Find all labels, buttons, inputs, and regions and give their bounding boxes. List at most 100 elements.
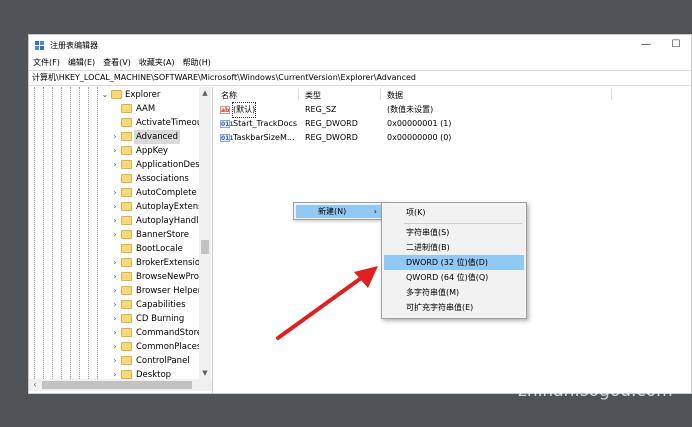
tree-item-label: AAM bbox=[136, 104, 156, 114]
tree-item-label: Advanced bbox=[134, 130, 180, 144]
tree-item-label: Capabilities bbox=[136, 300, 186, 310]
tree-item[interactable]: AAM bbox=[29, 102, 201, 116]
maximize-button[interactable]: ☐ bbox=[661, 35, 691, 55]
tree-item[interactable]: › ControlPanel bbox=[29, 354, 201, 368]
tree-item-label: BootLocale bbox=[136, 244, 183, 254]
binary-value-icon: 011 bbox=[220, 120, 234, 128]
folder-icon bbox=[121, 216, 132, 225]
column-name[interactable]: 名称 bbox=[221, 90, 237, 101]
chevron-right-icon[interactable]: › bbox=[111, 298, 119, 312]
value-row[interactable]: 011 Start_TrackDocs REG_DWORD 0x00000001… bbox=[217, 117, 637, 131]
tree-item[interactable]: › CommandStore bbox=[29, 326, 202, 340]
tree-item[interactable]: › ApplicationDest bbox=[29, 158, 204, 172]
chevron-right-icon[interactable]: › bbox=[111, 340, 119, 354]
tree-item[interactable]: BootLocale bbox=[29, 242, 201, 256]
tree-item-label: BrowseNewProc bbox=[136, 272, 204, 282]
folder-icon bbox=[121, 202, 132, 211]
tree-item-label: ActivateTimeout bbox=[136, 118, 206, 128]
menu-edit[interactable]: 编辑(E) bbox=[68, 57, 95, 68]
tree-item[interactable]: › BannerStore bbox=[29, 228, 201, 242]
chevron-right-icon[interactable]: › bbox=[111, 144, 119, 158]
value-row[interactable]: 011 TaskbarSizeM... REG_DWORD 0x00000000… bbox=[217, 131, 637, 145]
tree-item[interactable]: › AutoplayExtensi bbox=[29, 200, 205, 214]
folder-icon bbox=[121, 174, 132, 183]
tree-item-label: ApplicationDest bbox=[136, 160, 204, 170]
tree-item[interactable]: › BrowseNewProc bbox=[29, 270, 204, 284]
sogou-logo-icon bbox=[525, 344, 551, 370]
folder-icon bbox=[121, 188, 132, 197]
tree-item-advanced[interactable]: › Advanced bbox=[29, 130, 201, 144]
chevron-right-icon[interactable]: › bbox=[111, 354, 119, 368]
tree-item-label: Explorer bbox=[125, 90, 161, 100]
tree-item-explorer[interactable]: ⌄ Explorer bbox=[29, 88, 201, 102]
submenu-item-qword-value[interactable]: QWORD (64 位)值(Q) bbox=[384, 270, 524, 285]
chevron-right-icon[interactable]: › bbox=[111, 158, 119, 172]
tree-vertical-scrollbar[interactable]: ▲ ▼ bbox=[199, 87, 211, 379]
scroll-thumb[interactable] bbox=[201, 240, 209, 254]
tree-item[interactable]: › AppKey bbox=[29, 144, 201, 158]
chevron-right-icon[interactable]: › bbox=[111, 312, 119, 326]
menu-view[interactable]: 查看(V) bbox=[103, 57, 131, 68]
column-type[interactable]: 类型 bbox=[305, 90, 321, 101]
chevron-right-icon[interactable]: › bbox=[111, 200, 119, 214]
menu-bar: 文件(F) 编辑(E) 查看(V) 收藏夹(A) 帮助(H) bbox=[29, 55, 691, 70]
chevron-right-icon[interactable]: › bbox=[111, 186, 119, 200]
chevron-right-icon[interactable]: › bbox=[111, 270, 119, 284]
chevron-right-icon[interactable]: › bbox=[111, 228, 119, 242]
submenu-item-expandable-string-value[interactable]: 可扩充字符串值(E) bbox=[384, 300, 524, 315]
menu-file[interactable]: 文件(F) bbox=[33, 57, 60, 68]
address-bar[interactable]: 计算机\HKEY_LOCAL_MACHINE\SOFTWARE\Microsof… bbox=[29, 70, 691, 86]
binary-value-icon: 011 bbox=[220, 134, 234, 142]
scroll-thumb[interactable] bbox=[42, 381, 192, 389]
context-menu-new[interactable]: 新建(N) › bbox=[296, 205, 382, 218]
tree-item-label: Associations bbox=[136, 174, 189, 184]
menu-favorites[interactable]: 收藏夹(A) bbox=[139, 57, 175, 68]
tree-item[interactable]: › CD Burning bbox=[29, 312, 201, 326]
submenu-item-multi-string-value[interactable]: 多字符串值(M) bbox=[384, 285, 524, 300]
column-data[interactable]: 数据 bbox=[387, 90, 403, 101]
chevron-down-icon[interactable]: ⌄ bbox=[101, 88, 109, 102]
chevron-right-icon: › bbox=[373, 207, 377, 216]
chevron-right-icon[interactable]: › bbox=[111, 326, 119, 340]
minimize-button[interactable]: — bbox=[631, 35, 661, 55]
chevron-right-icon[interactable]: › bbox=[111, 256, 119, 270]
folder-icon bbox=[121, 118, 132, 127]
folder-icon bbox=[121, 300, 132, 309]
tree-item[interactable]: › Capabilities bbox=[29, 298, 201, 312]
tree-item-label: BannerStore bbox=[136, 230, 190, 240]
value-type: REG_DWORD bbox=[305, 119, 358, 128]
menu-item-label: 新建(N) bbox=[318, 207, 347, 216]
tree-item-label: BrokerExtension bbox=[136, 258, 206, 268]
tree-item-label: CommonPlaces bbox=[136, 342, 202, 352]
tree-item[interactable]: ActivateTimeout bbox=[29, 116, 206, 130]
tree-item[interactable]: › CommonPlaces bbox=[29, 340, 201, 354]
submenu-item-binary-value[interactable]: 二进制值(B) bbox=[384, 240, 524, 255]
chevron-right-icon[interactable]: › bbox=[111, 130, 119, 144]
value-type: REG_DWORD bbox=[305, 133, 358, 142]
folder-icon bbox=[121, 146, 132, 155]
submenu-item-string-value[interactable]: 字符串值(S) bbox=[384, 225, 524, 240]
tree-item-label: ControlPanel bbox=[136, 356, 190, 366]
tree-horizontal-scrollbar[interactable]: ‹ bbox=[29, 379, 212, 391]
scroll-left-icon[interactable]: ‹ bbox=[29, 379, 41, 391]
scroll-up-icon[interactable]: ▲ bbox=[199, 87, 211, 99]
menu-help[interactable]: 帮助(H) bbox=[183, 57, 211, 68]
scroll-down-icon[interactable]: ▼ bbox=[199, 367, 211, 379]
chevron-right-icon[interactable]: › bbox=[111, 214, 119, 228]
folder-icon bbox=[121, 370, 132, 379]
value-row[interactable]: ab (默认) REG_SZ (数值未设置) bbox=[217, 102, 637, 118]
folder-icon bbox=[111, 90, 122, 99]
tree-item[interactable]: › Browser Helper bbox=[29, 284, 201, 298]
watermark-cn: 搜狗指南 bbox=[552, 350, 628, 371]
folder-icon bbox=[121, 328, 132, 337]
tree-item[interactable]: › BrokerExtension bbox=[29, 256, 205, 270]
tree-item[interactable]: Associations bbox=[29, 172, 201, 186]
tree-item[interactable]: › AutoplayHandle bbox=[29, 214, 204, 228]
folder-icon bbox=[121, 132, 132, 141]
tree-item[interactable]: › AutoComplete bbox=[29, 186, 201, 200]
submenu-item-key[interactable]: 项(K) bbox=[384, 205, 524, 220]
submenu-item-dword-value[interactable]: DWORD (32 位)值(D) bbox=[384, 255, 524, 270]
chevron-right-icon[interactable]: › bbox=[111, 284, 119, 298]
value-data: 0x00000000 (0) bbox=[387, 133, 452, 142]
value-type: REG_SZ bbox=[305, 105, 337, 114]
